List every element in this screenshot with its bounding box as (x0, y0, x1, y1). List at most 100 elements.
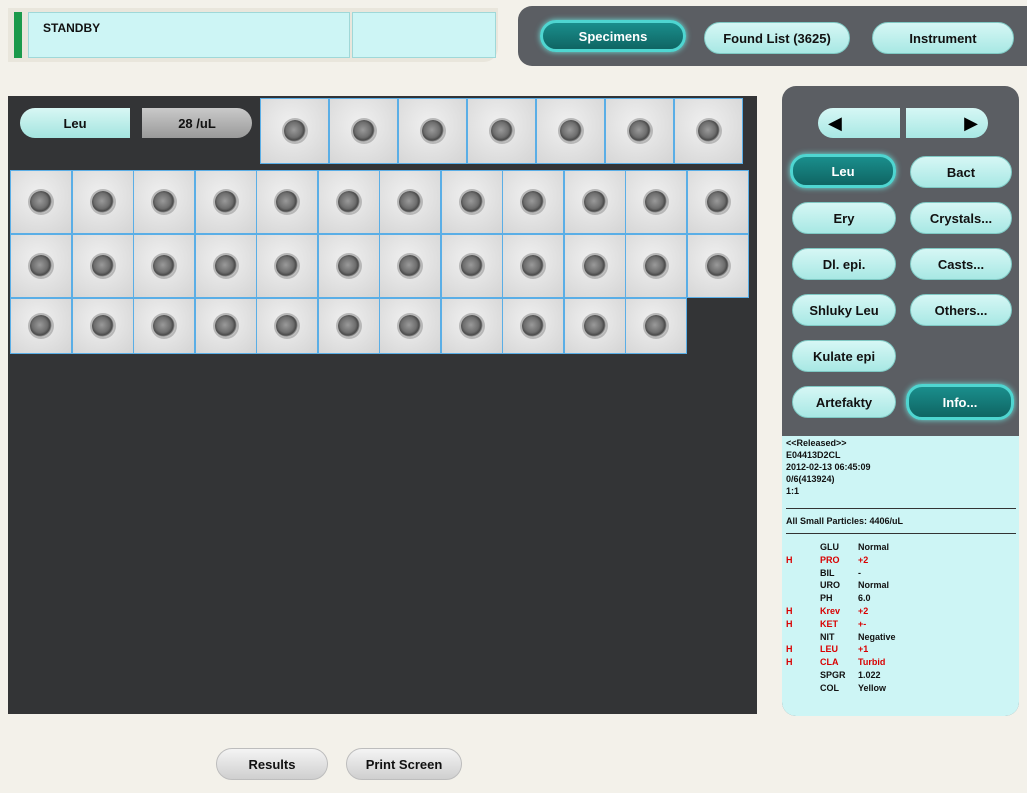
cell-image-tile[interactable] (674, 98, 743, 164)
cell-image-tile[interactable] (502, 170, 564, 234)
test-name: Krev (820, 606, 841, 616)
test-value: Negative (858, 631, 896, 642)
cell-image-tile[interactable] (256, 234, 318, 298)
cell-image-tile[interactable] (563, 170, 626, 234)
test-name: KET (820, 618, 838, 629)
cell-image-tile[interactable] (686, 170, 749, 234)
cell-image-tile[interactable] (379, 234, 441, 298)
found-list-tab[interactable]: Found List (3625) (704, 22, 850, 54)
cell-image-tile[interactable] (256, 170, 318, 234)
cell-image-tile[interactable] (71, 170, 134, 234)
test-value: +1 (858, 644, 869, 655)
category-artefakty-button[interactable]: Artefakty (792, 386, 896, 418)
cell-image-tile[interactable] (379, 298, 441, 354)
category-dl-epi-button[interactable]: Dl. epi. (792, 248, 896, 280)
cell-image-tile[interactable] (536, 98, 605, 164)
cell-image-tile[interactable] (563, 298, 626, 354)
cell-image-tile[interactable] (133, 234, 195, 298)
test-value: Normal (858, 580, 890, 591)
test-name: LEU (820, 644, 838, 655)
test-result-row: H LEU +1 (786, 644, 1006, 656)
release-status: <<Released>> (786, 438, 847, 448)
cell-image-tile[interactable] (317, 298, 380, 354)
category-ery-button[interactable]: Ery (792, 202, 896, 234)
test-value: +- (858, 618, 867, 629)
test-value: 6.0 (858, 593, 871, 604)
cell-image-tile[interactable] (502, 298, 564, 354)
test-name: GLU (820, 542, 839, 552)
category-bact-button[interactable]: Bact (910, 156, 1012, 188)
cell-image-tile[interactable] (329, 98, 398, 164)
cell-image-tile[interactable] (440, 234, 503, 298)
previous-page-button[interactable]: ◀ (818, 108, 900, 138)
rack-position: 0/6(413924) (786, 474, 835, 484)
test-name: PH (820, 593, 833, 604)
test-value: - (858, 567, 861, 578)
test-result-row: URO Normal (786, 580, 1006, 592)
instrument-tab[interactable]: Instrument (872, 22, 1014, 54)
cell-image-tile[interactable] (133, 170, 195, 234)
divider (786, 533, 1016, 534)
cell-image-tile[interactable] (686, 234, 749, 298)
test-value: Normal (858, 542, 890, 552)
category-others-button[interactable]: Others... (910, 294, 1012, 326)
test-result-row: GLU Normal (786, 542, 1006, 554)
test-name: URO (820, 580, 840, 591)
arrow-left-icon: ◀ (828, 112, 842, 133)
test-name: BIL (820, 567, 835, 578)
next-page-button[interactable]: ▶ (906, 108, 988, 138)
cell-image-tile[interactable] (194, 170, 257, 234)
cell-image-tile[interactable] (260, 98, 329, 164)
arrow-right-icon: ▶ (964, 112, 978, 133)
cell-image-tile[interactable] (71, 234, 134, 298)
status-aux-display (352, 12, 496, 58)
cell-image-tile[interactable] (625, 170, 687, 234)
test-result-row: H KET +- (786, 619, 1006, 631)
cell-image-tile[interactable] (467, 98, 536, 164)
results-button[interactable]: Results (216, 748, 328, 780)
cell-image-tile[interactable] (398, 98, 467, 164)
test-result-row: SPGR 1.022 (786, 670, 1006, 682)
print-screen-button[interactable]: Print Screen (346, 748, 462, 780)
cell-image-tile[interactable] (317, 234, 380, 298)
test-result-row: COL Yellow (786, 683, 1006, 695)
test-name: COL (820, 682, 839, 693)
category-kulate-epi-button[interactable]: Kulate epi (792, 340, 896, 372)
specimens-tab[interactable]: Specimens (540, 20, 686, 52)
cell-image-tile[interactable] (317, 170, 380, 234)
status-text: STANDBY (43, 21, 101, 35)
status-indicator (14, 12, 22, 58)
cell-image-tile[interactable] (133, 298, 195, 354)
specimen-info-panel: <<Released>> E04413D2CL 2012-02-13 06:45… (782, 436, 1019, 716)
cell-image-tile[interactable] (71, 298, 134, 354)
test-name: CLA (820, 657, 839, 668)
test-result-row: BIL - (786, 568, 1006, 580)
cell-image-tile[interactable] (194, 234, 257, 298)
category-shluky-leu-button[interactable]: Shluky Leu (792, 294, 896, 326)
abnormal-flag: H (786, 554, 793, 565)
cell-image-tile[interactable] (440, 298, 503, 354)
test-value: Turbid (858, 657, 886, 668)
info-button[interactable]: Info... (906, 384, 1014, 420)
category-crystals-button[interactable]: Crystals... (910, 202, 1012, 234)
cell-image-tile[interactable] (563, 234, 626, 298)
cell-image-tile[interactable] (625, 298, 687, 354)
cell-image-tile[interactable] (502, 234, 564, 298)
cell-image-tile[interactable] (625, 234, 687, 298)
test-name: SPGR (820, 670, 846, 680)
cell-image-tile[interactable] (440, 170, 503, 234)
abnormal-flag: H (786, 618, 793, 629)
category-casts-button[interactable]: Casts... (910, 248, 1012, 280)
test-name: PRO (820, 554, 840, 565)
cell-image-tile[interactable] (10, 234, 72, 298)
cell-image-tile[interactable] (10, 170, 72, 234)
cell-image-tile[interactable] (605, 98, 674, 164)
status-panel: STANDBY (8, 8, 498, 62)
cell-image-tile[interactable] (256, 298, 318, 354)
cell-image-tile[interactable] (379, 170, 441, 234)
cell-image-tile[interactable] (194, 298, 257, 354)
main-navigation: Specimens Found List (3625) Instrument (518, 6, 1027, 66)
cell-image-tile[interactable] (10, 298, 72, 354)
category-leu-button[interactable]: Leu (790, 154, 896, 188)
test-name: NIT (820, 631, 835, 642)
